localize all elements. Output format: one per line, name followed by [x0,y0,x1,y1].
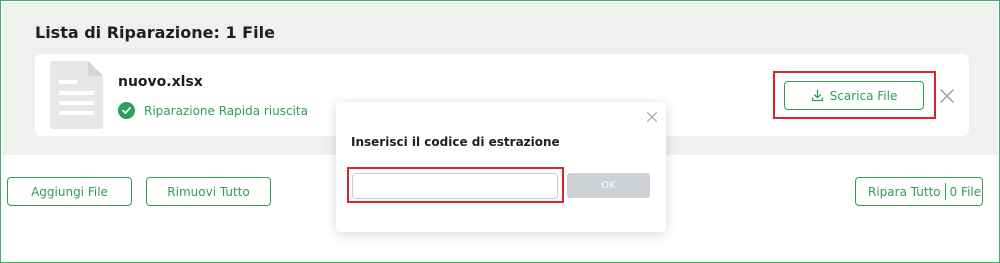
ok-button[interactable]: OK [567,173,650,198]
list-title: Lista di Riparazione: 1 File [35,23,275,42]
download-label: Scarica File [829,88,898,103]
close-icon[interactable] [646,111,658,123]
dialog-title: Inserisci il codice di estrazione [351,135,560,149]
file-name: nuovo.xlsx [118,74,203,90]
remove-all-button[interactable]: Rimuovi Tutto [146,177,271,206]
repair-all-label: Ripara Tutto [868,184,941,199]
extraction-code-input[interactable] [352,173,558,199]
check-circle-icon [118,102,135,119]
app-window: Lista di Riparazione: 1 File nuovo.xlsx … [0,0,1000,263]
add-file-button[interactable]: Aggiungi File [7,177,132,206]
status-text: Riparazione Rapida riuscita [144,103,308,118]
download-icon [811,89,823,102]
spreadsheet-file-icon [50,61,103,129]
remove-file-close-icon[interactable] [939,88,955,104]
download-file-button[interactable]: Scarica File [784,81,924,110]
extraction-code-dialog: Inserisci il codice di estrazione OK [336,102,666,232]
repair-divider [944,183,946,200]
repair-count: 0 File [949,184,982,199]
repair-all-button[interactable]: Ripara Tutto 0 File [855,177,983,206]
repair-status: Riparazione Rapida riuscita [118,102,308,119]
